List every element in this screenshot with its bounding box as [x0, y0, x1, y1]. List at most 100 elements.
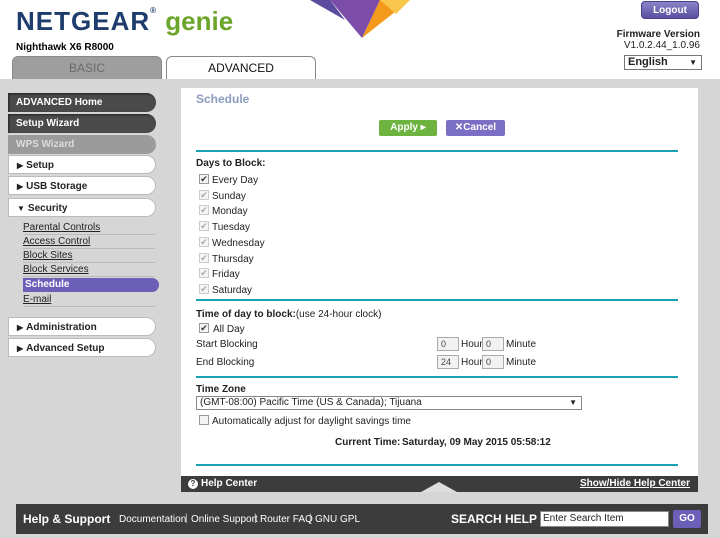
- time-zone-value: (GMT-08:00) Pacific Time (US & Canada); …: [200, 397, 422, 408]
- day-label: Saturday: [212, 285, 253, 296]
- sidebar-item-advanced-home[interactable]: ADVANCED Home: [8, 93, 156, 112]
- expand-arrow-icon: ▶: [17, 323, 24, 332]
- day-checkbox[interactable]: ✔: [199, 205, 209, 215]
- search-help-label: SEARCH HELP: [451, 512, 538, 526]
- show-hide-help-link[interactable]: Show/Hide Help Center: [580, 476, 690, 492]
- sidebar-subitem-schedule[interactable]: Schedule: [23, 278, 159, 292]
- sidebar-item-label: Setup: [26, 160, 54, 171]
- sidebar-item-label: Security: [27, 203, 68, 214]
- triangles-graphic-icon: [310, 0, 410, 38]
- language-select[interactable]: English ▼: [624, 55, 702, 70]
- section-divider: [196, 376, 678, 378]
- help-center-link[interactable]: ? Help Center: [188, 476, 257, 492]
- logout-button[interactable]: Logout: [641, 1, 699, 19]
- hour-unit-label: Hour: [461, 339, 483, 350]
- day-label: Friday: [212, 269, 240, 280]
- sidebar-item-administration[interactable]: ▶ Administration: [8, 317, 156, 336]
- sidebar-item-advanced-setup[interactable]: ▶ Advanced Setup: [8, 338, 156, 357]
- page-title: Schedule: [196, 92, 250, 106]
- sidebar-item-label: USB Storage: [26, 181, 88, 192]
- apply-button[interactable]: Apply ▸: [379, 120, 437, 136]
- sidebar-item-usb-storage[interactable]: ▶ USB Storage: [8, 176, 156, 195]
- day-checkbox[interactable]: ✔: [199, 174, 209, 184]
- expand-arrow-icon: ▶: [17, 182, 24, 191]
- time-of-day-title: Time of day to block:: [196, 309, 296, 320]
- footer-link-router-faq[interactable]: Router FAQ: [260, 514, 313, 525]
- firmware-version-value: V1.0.2.44_1.0.96: [623, 40, 700, 51]
- tab-advanced[interactable]: ADVANCED: [166, 56, 316, 79]
- logo-genie-text: genie: [165, 6, 234, 36]
- firmware-version-label: Firmware Version: [616, 29, 700, 40]
- expand-arrow-icon: ▶: [17, 161, 24, 170]
- day-label: Thursday: [212, 254, 254, 265]
- day-checkbox[interactable]: ✔: [199, 253, 209, 263]
- logo-registered-mark: ®: [150, 6, 158, 15]
- minute-unit-label: Minute: [506, 339, 537, 350]
- end-minute-input[interactable]: 0: [482, 355, 504, 369]
- time-of-day-hint: (use 24-hour clock): [295, 309, 382, 320]
- daylight-savings-label: Automatically adjust for daylight saving…: [212, 416, 411, 427]
- help-support-title: Help & Support: [23, 512, 111, 526]
- all-day-checkbox[interactable]: ✔: [199, 323, 209, 333]
- days-to-block-label: Days to Block:: [196, 158, 266, 169]
- footer-link-gnu-gpl[interactable]: GNU GPL: [315, 514, 360, 525]
- sidebar-subitem-access-control[interactable]: Access Control: [23, 235, 155, 249]
- daylight-savings-checkbox[interactable]: [199, 415, 209, 425]
- time-of-day-label: Time of day to block:(use 24-hour clock): [196, 309, 381, 320]
- sidebar-item-label: Advanced Setup: [26, 343, 105, 354]
- footer-link-online-support[interactable]: Online Support: [191, 514, 258, 525]
- day-checkbox[interactable]: ✔: [199, 237, 209, 247]
- day-checkbox[interactable]: ✔: [199, 284, 209, 294]
- language-value: English: [628, 56, 668, 68]
- day-label: Tuesday: [212, 222, 250, 233]
- help-center-bar: ? Help Center Show/Hide Help Center: [181, 476, 698, 492]
- time-zone-label: Time Zone: [196, 384, 246, 395]
- current-time-label: Current Time:: [335, 437, 401, 448]
- cancel-button[interactable]: ✕Cancel: [446, 120, 505, 136]
- end-blocking-label: End Blocking: [196, 357, 255, 368]
- section-divider: [196, 464, 678, 466]
- sidebar-item-setup[interactable]: ▶ Setup: [8, 155, 156, 174]
- day-checkbox[interactable]: ✔: [199, 268, 209, 278]
- footer-link-documentation[interactable]: Documentation: [119, 514, 186, 525]
- sidebar-subitem-block-services[interactable]: Block Services: [23, 263, 155, 277]
- collapse-arrow-icon: ▼: [17, 204, 25, 213]
- footer-separator: |: [309, 513, 312, 524]
- footer-separator: |: [254, 513, 257, 524]
- end-hour-input[interactable]: 24: [437, 355, 459, 369]
- day-label: Every Day: [212, 175, 259, 186]
- sidebar-item-label: Administration: [26, 322, 97, 333]
- search-help-input[interactable]: Enter Search Item: [540, 511, 669, 527]
- tab-basic[interactable]: BASIC: [12, 56, 162, 79]
- logo-netgear-text: NETGEAR: [16, 6, 151, 36]
- expand-up-arrow-icon[interactable]: [421, 482, 457, 492]
- help-question-icon: ?: [188, 479, 198, 489]
- dropdown-arrow-icon: ▼: [569, 398, 577, 407]
- router-model: Nighthawk X6 R8000: [16, 42, 114, 53]
- sidebar-subitem-parental-controls[interactable]: Parental Controls: [23, 221, 155, 235]
- search-go-button[interactable]: GO: [673, 510, 701, 528]
- start-minute-input[interactable]: 0: [482, 337, 504, 351]
- sidebar-item-security[interactable]: ▼ Security: [8, 198, 156, 217]
- footer-separator: |: [185, 513, 188, 524]
- help-center-label: Help Center: [201, 478, 258, 489]
- dropdown-arrow-icon: ▼: [689, 58, 697, 67]
- sidebar-item-setup-wizard[interactable]: Setup Wizard: [8, 114, 156, 133]
- sidebar-item-wps-wizard[interactable]: WPS Wizard: [8, 135, 156, 154]
- netgear-genie-logo: NETGEAR® genie: [16, 6, 233, 37]
- header-graphic: [300, 0, 440, 38]
- section-divider: [196, 150, 678, 152]
- section-divider: [196, 299, 678, 301]
- day-checkbox[interactable]: ✔: [199, 221, 209, 231]
- expand-arrow-icon: ▶: [17, 344, 24, 353]
- day-label: Sunday: [212, 191, 246, 202]
- current-time-value: Saturday, 09 May 2015 05:58:12: [402, 437, 551, 448]
- sidebar-subitem-block-sites[interactable]: Block Sites: [23, 249, 155, 263]
- time-zone-select[interactable]: (GMT-08:00) Pacific Time (US & Canada); …: [196, 396, 582, 410]
- hour-unit-label: Hour: [461, 357, 483, 368]
- start-hour-input[interactable]: 0: [437, 337, 459, 351]
- all-day-label: All Day: [213, 324, 245, 335]
- sidebar-subitem-email[interactable]: E-mail: [23, 293, 155, 307]
- day-checkbox[interactable]: ✔: [199, 190, 209, 200]
- start-blocking-label: Start Blocking: [196, 339, 258, 350]
